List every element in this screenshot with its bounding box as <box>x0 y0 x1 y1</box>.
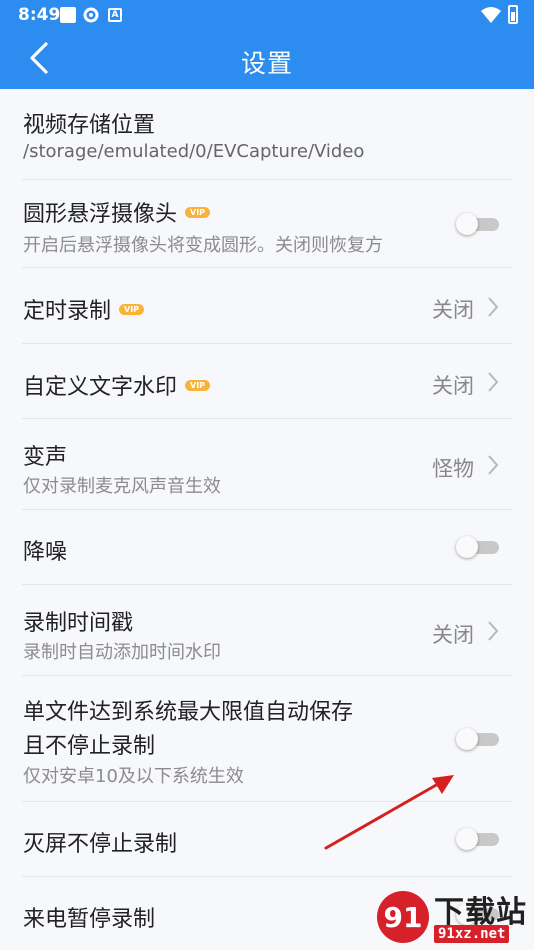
chevron-right-icon <box>488 372 499 392</box>
setting-path: /storage/emulated/0/EVCapture/Video <box>23 141 365 162</box>
vip-badge: VIP <box>119 303 145 315</box>
vip-badge: VIP <box>185 379 211 391</box>
round-camera-toggle[interactable] <box>456 213 500 235</box>
site-watermark: 91 下载站 91xz.net <box>374 887 534 950</box>
page-title: 设置 <box>240 49 293 78</box>
status-time: 8:49 <box>18 5 61 25</box>
setting-title: 变声 <box>23 445 68 470</box>
chevron-right-icon <box>488 455 499 475</box>
setting-title: 灭屏不停止录制 <box>23 832 178 857</box>
setting-round-floating-camera[interactable]: 圆形悬浮摄像头 VIP 开启后悬浮摄像头将变成圆形。关闭则恢复方 <box>0 180 534 268</box>
watermark-domain: 91xz.net <box>434 925 510 943</box>
noise-reduction-toggle[interactable] <box>456 536 500 558</box>
setting-title: 视频存储位置 <box>23 113 156 138</box>
app-a-icon: A <box>108 8 122 22</box>
vip-badge: VIP <box>185 206 211 218</box>
setting-voice-changer[interactable]: 变声 仅对录制麦克风声音生效 怪物 <box>0 419 534 510</box>
screen-off-toggle[interactable] <box>456 828 500 850</box>
site-logo-icon: 91 <box>377 891 429 943</box>
wifi-icon <box>481 7 501 23</box>
svg-text:91: 91 <box>384 901 423 934</box>
setting-description: 开启后悬浮摄像头将变成圆形。关闭则恢复方 <box>23 235 383 256</box>
notification-square-icon <box>60 7 76 23</box>
setting-scheduled-recording[interactable]: 定时录制 VIP 关闭 <box>0 268 534 344</box>
annotation-arrow-icon <box>324 775 454 850</box>
status-bar: 8:49 A <box>0 0 534 30</box>
setting-description: 录制时自动添加时间水印 <box>23 642 221 663</box>
sync-icon <box>83 7 99 23</box>
setting-title: 自定义文字水印 VIP <box>23 369 211 401</box>
setting-custom-text-watermark[interactable]: 自定义文字水印 VIP 关闭 <box>0 344 534 419</box>
app-header: 8:49 A 设置 <box>0 0 534 89</box>
setting-noise-reduction[interactable]: 降噪 <box>0 510 534 585</box>
setting-value: 关闭 <box>432 298 474 322</box>
battery-icon <box>508 5 518 24</box>
setting-description: 仅对安卓10及以下系统生效 <box>23 766 244 787</box>
setting-title-line2: 且不停止录制 <box>23 734 156 759</box>
setting-value: 关闭 <box>432 374 474 398</box>
setting-storage-location[interactable]: 视频存储位置 /storage/emulated/0/EVCapture/Vid… <box>0 89 534 180</box>
setting-description: 仅对录制麦克风声音生效 <box>23 476 221 497</box>
setting-title: 来电暂停录制 <box>23 907 156 932</box>
setting-recording-timestamp[interactable]: 录制时间戳 录制时自动添加时间水印 关闭 <box>0 585 534 676</box>
setting-value: 关闭 <box>432 623 474 647</box>
setting-title: 录制时间戳 <box>23 611 134 636</box>
setting-value: 怪物 <box>432 457 474 481</box>
chevron-right-icon <box>488 621 499 641</box>
setting-title: 圆形悬浮摄像头 VIP <box>23 196 211 228</box>
setting-title-line1: 单文件达到系统最大限值自动保存 <box>23 700 354 725</box>
setting-title: 降噪 <box>23 540 68 565</box>
auto-save-toggle[interactable] <box>456 728 500 750</box>
chevron-right-icon <box>488 297 499 317</box>
setting-title: 定时录制 VIP <box>23 293 145 325</box>
